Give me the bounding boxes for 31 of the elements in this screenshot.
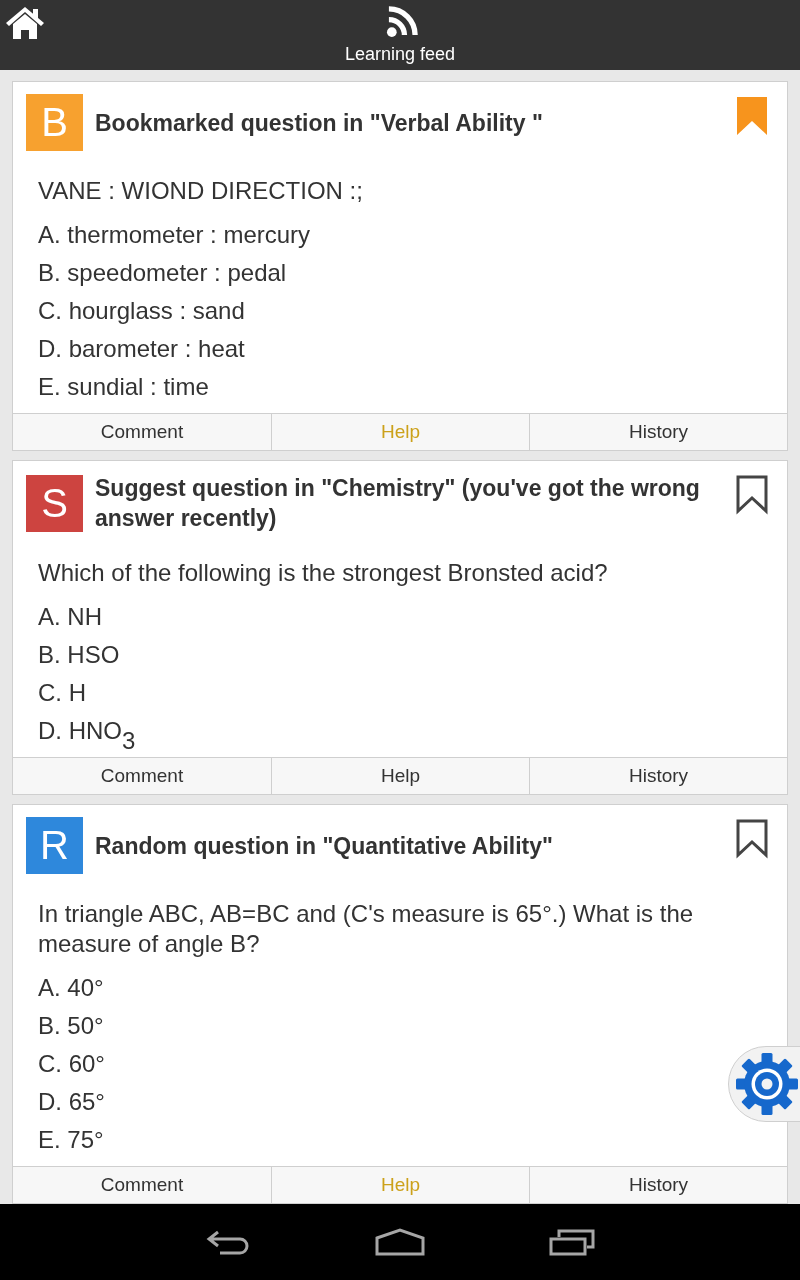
question-text: Which of the following is the strongest Bronsted acid? bbox=[38, 558, 609, 588]
card-title: Bookmarked question in "Verbal Ability " bbox=[95, 108, 544, 138]
screen-title: Learning feed bbox=[344, 43, 456, 65]
answer-option[interactable]: E. sundial : time bbox=[38, 368, 209, 406]
recent-apps-icon[interactable] bbox=[549, 1228, 595, 1256]
answer-option[interactable]: A. thermometer : mercury bbox=[38, 216, 311, 254]
answer-option[interactable]: B. speedometer : pedal bbox=[38, 254, 287, 292]
answer-option[interactable]: B. HSO bbox=[38, 636, 120, 674]
category-letter-tile: B bbox=[26, 94, 83, 151]
category-letter-tile: R bbox=[26, 817, 83, 874]
back-icon[interactable] bbox=[205, 1229, 251, 1255]
answer-option[interactable]: D. 65° bbox=[38, 1083, 105, 1121]
answer-option[interactable]: C. hourglass : sand bbox=[38, 292, 245, 330]
answer-option[interactable]: C. H bbox=[38, 674, 86, 712]
answer-option[interactable]: A. NH bbox=[38, 598, 102, 636]
answer-option[interactable]: C. 60° bbox=[38, 1045, 105, 1083]
answer-option[interactable]: B. 50° bbox=[38, 1007, 104, 1045]
card-title: Random question in "Quantitative Ability" bbox=[95, 831, 554, 861]
home-icon[interactable] bbox=[375, 1228, 425, 1256]
card-title: Suggest question in "Chemistry" (you've got the wrong answer recently) bbox=[95, 474, 701, 533]
rss-feed-icon bbox=[385, 5, 419, 38]
answer-option[interactable]: A. 40° bbox=[38, 969, 104, 1007]
bookmark-icon[interactable] bbox=[736, 819, 768, 859]
question-text: In triangle ABC, AB=BC and (C's measure is 65°.) What is the measure of angle B? bbox=[38, 899, 695, 959]
question-text: VANE : WIOND DIRECTION :; bbox=[38, 176, 364, 206]
answer-option[interactable]: D. barometer : heat bbox=[38, 330, 245, 368]
category-letter-tile: S bbox=[26, 474, 83, 532]
bookmark-icon[interactable] bbox=[736, 475, 768, 515]
home-icon[interactable] bbox=[5, 5, 45, 41]
settings-icon bbox=[735, 1052, 799, 1116]
answer-option[interactable]: E. 75° bbox=[38, 1121, 104, 1159]
